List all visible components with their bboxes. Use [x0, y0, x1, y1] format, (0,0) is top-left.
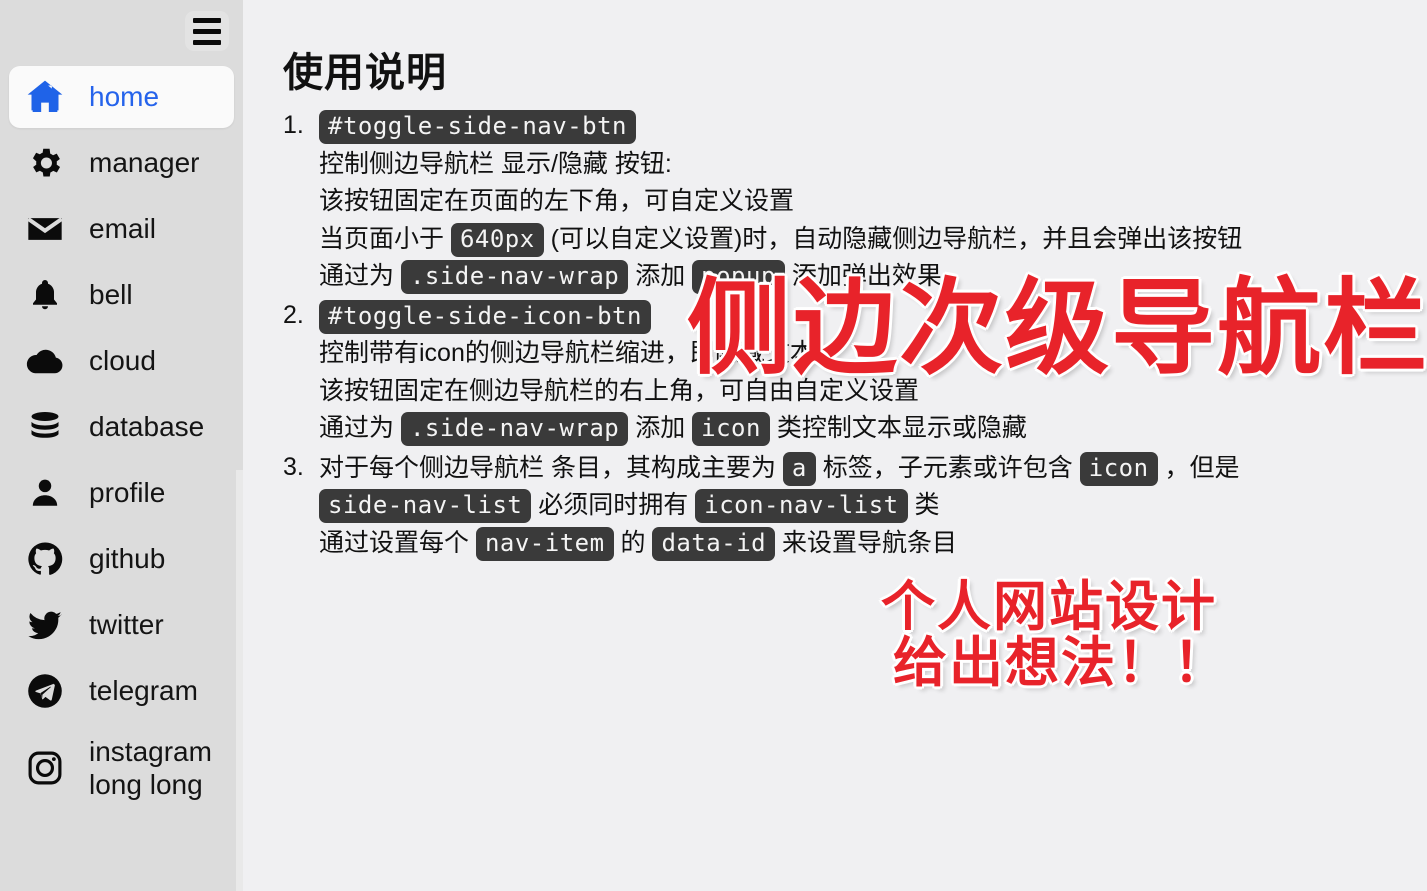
nav-item-bell: bell: [0, 264, 243, 326]
sidebar-item-home[interactable]: home: [9, 66, 234, 128]
instruction-line: 控制侧边导航栏 显示/隐藏 按钮:: [319, 149, 672, 178]
code-token: a: [782, 451, 816, 486]
sidebar-item-manager[interactable]: manager: [9, 132, 234, 194]
nav-item-home: home: [0, 66, 243, 128]
code-token: .side-nav-wrap: [400, 412, 629, 446]
cloud-icon: [23, 339, 67, 383]
instruction-line: #toggle-side-icon-btn: [319, 298, 1409, 336]
instruction-line: 通过为 .side-nav-wrap 添加 popup 添加弹出效果: [319, 258, 1409, 296]
sidebar-item-label: home: [89, 81, 160, 113]
sidebar-item-cloud[interactable]: cloud: [9, 330, 234, 392]
sidebar-item-label: email: [89, 213, 156, 245]
sidebar-item-label: cloud: [89, 345, 156, 377]
annotation-sub-1: 个人网站设计: [881, 577, 1217, 637]
instruction-line: #toggle-side-nav-btn: [319, 108, 1409, 146]
hamburger-bar-2: [193, 28, 221, 34]
annotation-sub-2: 给出想法！！: [893, 633, 1229, 693]
database-icon: [23, 405, 67, 449]
sidebar-item-label: instagram long long: [89, 736, 212, 801]
sidebar-item-label: github: [89, 543, 166, 575]
instagram-icon: [23, 746, 67, 790]
nav-item-twitter: twitter: [0, 594, 243, 656]
nav-item-cloud: cloud: [0, 330, 243, 392]
nav-item-email: email: [0, 198, 243, 260]
code-token: 640px: [450, 222, 544, 257]
instruction-item: 对于每个侧边导航栏 条目，其构成主要为 a 标签，子元素或许包含 icon ，但…: [283, 450, 1409, 563]
side-nav-topbar: [0, 0, 243, 62]
page-title: 使用说明: [283, 51, 447, 95]
side-nav-list: home manager email bell cloud database p…: [0, 62, 243, 891]
sidebar-item-label: database: [89, 411, 205, 443]
sidebar-item-email[interactable]: email: [9, 198, 234, 260]
instruction-line: 对于每个侧边导航栏 条目，其构成主要为 a 标签，子元素或许包含 icon ，但…: [319, 450, 1409, 488]
sidebar-item-label: telegram: [89, 675, 198, 707]
sidebar-item-instagram[interactable]: instagram long long: [9, 726, 234, 810]
code-token: side-nav-list: [319, 489, 532, 523]
instruction-line: 该按钮固定在侧边导航栏的右上角，可自由自定义设置: [319, 376, 920, 405]
hamburger-bar-3: [193, 39, 221, 45]
sidebar-item-bell[interactable]: bell: [9, 264, 234, 326]
nav-item-profile: profile: [0, 462, 243, 524]
twitter-icon: [23, 603, 67, 647]
instruction-line: 该按钮固定在页面的左下角，可自定义设置: [319, 187, 795, 215]
sidebar-scrollbar-thumb[interactable]: [236, 0, 243, 470]
app-root: home manager email bell cloud database p…: [0, 0, 1427, 891]
sidebar-item-label: twitter: [89, 609, 164, 641]
user-icon: [23, 471, 67, 515]
bell-icon: [23, 273, 67, 317]
github-icon: [23, 537, 67, 581]
nav-item-github: github: [0, 528, 243, 590]
code-token: icon: [1079, 451, 1158, 486]
nav-item-instagram: instagram long long: [0, 726, 243, 810]
code-token: popup: [692, 260, 785, 294]
instruction-line: side-nav-list 必须同时拥有 icon-nav-list 类: [319, 487, 1409, 525]
home-icon: [23, 75, 67, 119]
instruction-line: 当页面小于 640px (可以自定义设置)时，自动隐藏侧边导航栏，并且会弹出该按…: [319, 221, 1409, 259]
code-token: icon-nav-list: [695, 489, 908, 523]
code-token: icon: [692, 412, 770, 446]
code-token: #toggle-side-nav-btn: [319, 110, 636, 144]
instruction-line: 通过为 .side-nav-wrap 添加 icon 类控制文本显示或隐藏: [319, 410, 1409, 448]
gear-icon: [23, 141, 67, 185]
sidebar-item-label: bell: [89, 279, 133, 311]
instruction-item: #toggle-side-nav-btn 控制侧边导航栏 显示/隐藏 按钮: 该按钮…: [283, 108, 1409, 296]
code-token: #toggle-side-icon-btn: [319, 299, 651, 334]
envelope-icon: [23, 207, 67, 251]
nav-item-database: database: [0, 396, 243, 458]
instruction-line: 控制带有icon的侧边导航栏缩进，即隐藏文本: [319, 339, 815, 367]
sidebar-item-profile[interactable]: profile: [9, 462, 234, 524]
sidebar-scrollbar-track[interactable]: [236, 0, 243, 891]
sidebar-item-label: manager: [89, 147, 200, 179]
instruction-item: #toggle-side-icon-btn 控制带有icon的侧边导航栏缩进，即隐…: [283, 298, 1409, 448]
sidebar-item-twitter[interactable]: twitter: [9, 594, 234, 656]
instruction-list: #toggle-side-nav-btn 控制侧边导航栏 显示/隐藏 按钮: 该按钮…: [283, 108, 1409, 562]
hamburger-icon[interactable]: [185, 11, 229, 51]
nav-item-telegram: telegram: [0, 660, 243, 722]
side-nav-wrap: home manager email bell cloud database p…: [0, 0, 243, 891]
nav-item-manager: manager: [0, 132, 243, 194]
instruction-line: 通过设置每个 nav-item 的 data-id 来设置导航条目: [319, 525, 1409, 563]
sidebar-item-database[interactable]: database: [9, 396, 234, 458]
hamburger-bar-1: [193, 17, 221, 23]
sidebar-item-telegram[interactable]: telegram: [9, 660, 234, 722]
telegram-icon: [23, 669, 67, 713]
main-content: 使用说明 #toggle-side-nav-btn 控制侧边导航栏 显示/隐藏 按…: [243, 0, 1427, 891]
code-token: .side-nav-wrap: [400, 260, 629, 294]
code-token: data-id: [652, 526, 776, 561]
sidebar-item-github[interactable]: github: [9, 528, 234, 590]
code-token: nav-item: [475, 526, 614, 561]
sidebar-item-label: profile: [89, 477, 166, 509]
